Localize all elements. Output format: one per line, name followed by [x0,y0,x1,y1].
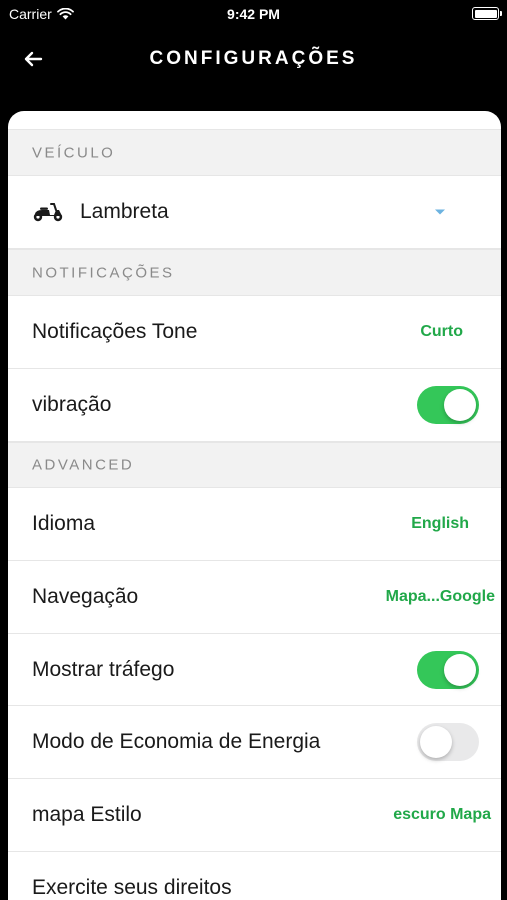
notification-tone-value: Curto [420,323,463,340]
traffic-row: Mostrar tráfego [8,634,501,706]
page-title: CONFIGURAÇÕES [149,48,358,69]
navigation-label: Navegação [32,585,139,608]
status-bar: Carrier 9:42 PM [0,0,507,30]
navigation-row[interactable]: Navegação Mapa...Google [8,561,501,634]
battery-icon [472,7,502,20]
language-value: English [411,515,469,532]
section-header-advanced: ADVANCED [8,442,501,488]
vibration-toggle[interactable] [417,386,479,424]
section-title-notifications: NOTIFICAÇÕES [32,264,175,281]
section-header-vehicle: VEÍCULO [8,129,501,176]
vibration-row: vibração [8,369,501,442]
map-style-value: escuro Mapa [393,806,491,823]
vehicle-selector[interactable]: Lambreta [8,176,501,249]
section-title-advanced: ADVANCED [32,456,135,474]
notification-tone-row[interactable]: Notificações Tone Curto [8,296,501,369]
power-saving-toggle[interactable] [417,723,479,761]
exercise-rights-row[interactable]: Exercite seus direitos [8,852,501,900]
settings-card: VEÍCULO Lambreta NOTIFICAÇÕES Notificaçõ… [8,111,501,900]
vehicle-name: Lambreta [80,200,169,223]
power-saving-row: Modo de Economia de Energia [8,706,501,779]
exercise-rights-label: Exercite seus direitos [32,876,232,899]
traffic-label: Mostrar tráfego [32,657,175,681]
traffic-toggle[interactable] [417,650,479,689]
section-header-notifications: NOTIFICAÇÕES [8,249,501,296]
section-title-vehicle: VEÍCULO [32,144,116,161]
navigation-value: Mapa...Google [385,588,495,605]
nav-bar: CONFIGURAÇÕES [0,32,507,88]
scooter-icon [33,203,63,222]
power-saving-label: Modo de Economia de Energia [32,730,321,753]
map-style-row[interactable]: mapa Estilo escuro Mapa [8,779,501,852]
language-row[interactable]: Idioma English [8,488,501,561]
language-label: Idioma [32,512,96,535]
notification-tone-label: Notificações Tone [32,320,198,343]
status-time: 9:42 PM [227,6,280,22]
chevron-down-icon [435,209,445,215]
map-style-label: mapa Estilo [32,803,142,826]
vibration-label: vibração [32,393,112,416]
